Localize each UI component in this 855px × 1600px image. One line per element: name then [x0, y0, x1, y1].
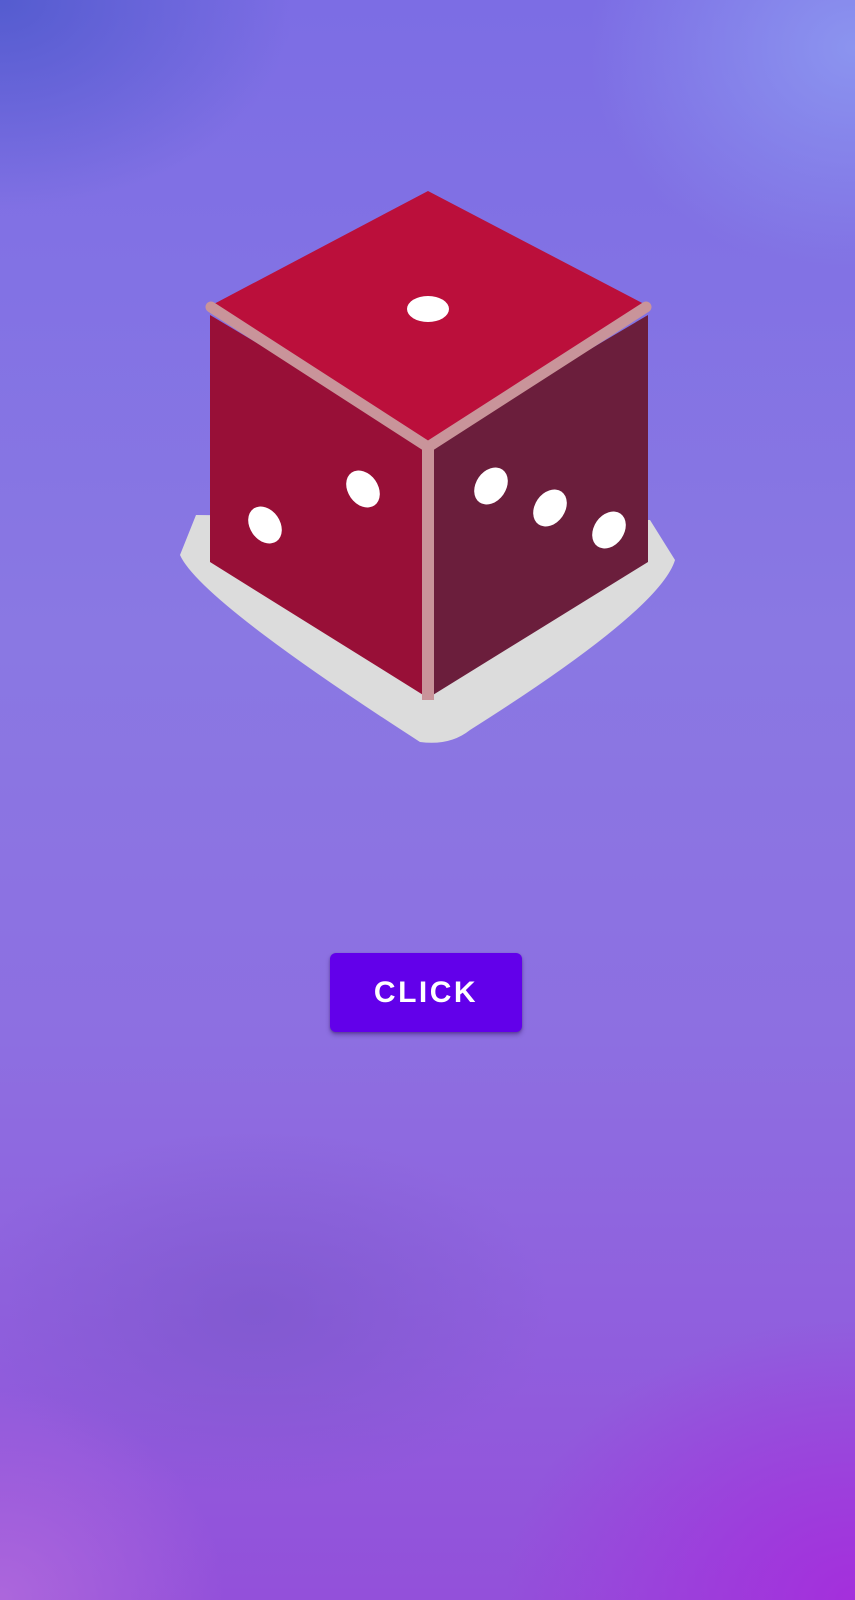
dice-image: [0, 0, 855, 800]
dice-icon: [180, 191, 675, 743]
click-button[interactable]: CLICK: [330, 953, 522, 1032]
dice-top-pip: [407, 296, 449, 322]
